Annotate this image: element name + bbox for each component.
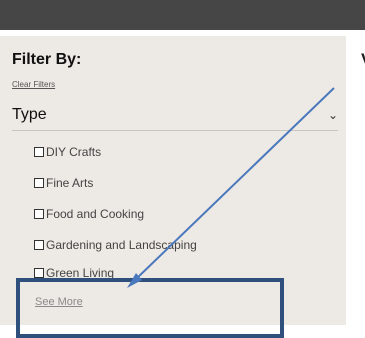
filter-option-food-and-cooking[interactable]: Food and Cooking — [34, 206, 144, 222]
filter-option-green-living[interactable]: Green Living — [34, 265, 114, 281]
chevron-down-icon: ⌄ — [327, 108, 338, 122]
checkbox-icon[interactable] — [34, 268, 44, 278]
type-filter-header[interactable]: Type ⌄ — [12, 106, 338, 130]
checkbox-icon[interactable] — [34, 178, 44, 188]
filter-option-label: Food and Cooking — [46, 207, 145, 221]
filter-option-diy-crafts[interactable]: DIY Crafts — [34, 144, 101, 160]
main-content: V — [346, 36, 365, 325]
filter-option-fine-arts[interactable]: Fine Arts — [34, 175, 93, 191]
filter-option-label: Green Living — [46, 266, 115, 280]
filter-option-label: Fine Arts — [46, 176, 94, 190]
clear-filters-link[interactable]: Clear Filters — [12, 80, 55, 89]
type-divider — [12, 130, 338, 131]
see-more-link[interactable]: See More — [35, 296, 83, 308]
type-filter-label: Type — [12, 106, 47, 123]
checkbox-icon[interactable] — [34, 209, 44, 219]
filter-option-label: DIY Crafts — [46, 145, 102, 159]
main-heading: V — [361, 50, 365, 70]
top-bar — [0, 0, 365, 30]
filter-option-label: Gardening and Landscaping — [46, 238, 197, 252]
checkbox-icon[interactable] — [34, 240, 44, 250]
filter-option-gardening-and-landscaping[interactable]: Gardening and Landscaping — [34, 237, 197, 253]
filter-by-title: Filter By: — [12, 51, 82, 68]
checkbox-icon[interactable] — [34, 147, 44, 157]
